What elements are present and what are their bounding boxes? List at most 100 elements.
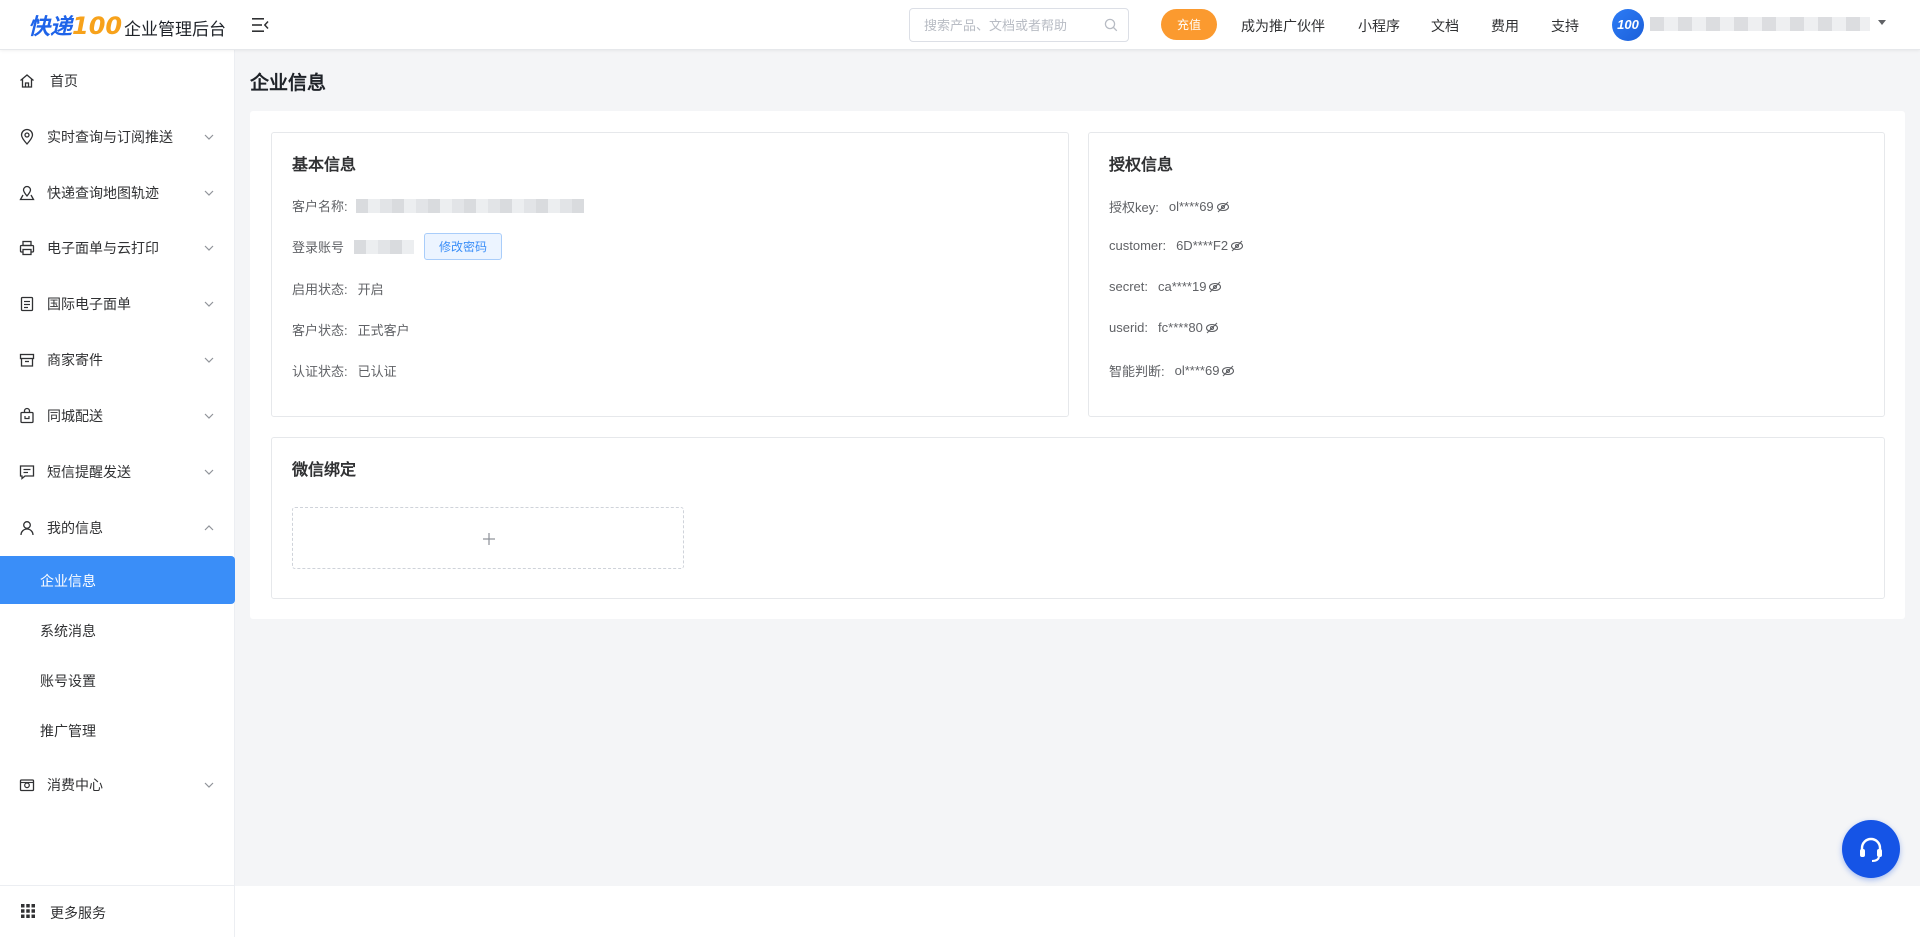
eye-hidden-icon[interactable]	[1205, 321, 1219, 335]
sidebar-sub-label: 账号设置	[40, 673, 96, 689]
sidebar-item-home[interactable]: 首页	[0, 59, 235, 103]
smart-detect-label: 智能判断:	[1109, 364, 1165, 379]
more-services-button[interactable]: 更多服务	[0, 885, 235, 937]
sidebar-item-label: 商家寄件	[47, 352, 103, 368]
nav-docs[interactable]: 文档	[1431, 16, 1459, 36]
sidebar-sub-label: 企业信息	[40, 573, 96, 589]
cert-status-label: 认证状态:	[292, 364, 348, 379]
auth-info-title: 授权信息	[1109, 157, 1174, 174]
chevron-down-icon	[204, 357, 214, 363]
sidebar-item-map-track[interactable]: 快递查询地图轨迹	[0, 171, 235, 215]
sidebar-sub-label: 系统消息	[40, 623, 96, 639]
printer-icon	[19, 240, 35, 256]
change-password-button[interactable]: 修改密码	[424, 233, 503, 260]
chevron-down-icon	[204, 782, 214, 788]
search-box	[909, 8, 1129, 42]
recharge-button[interactable]: 充值	[1161, 9, 1217, 40]
company-info-card: 基本信息 客户名称: 登录账号 修改密码 启用状态: 开启 客户状态: 正式客户…	[250, 111, 1905, 619]
sidebar-item-intl-waybill[interactable]: 国际电子面单	[0, 282, 235, 326]
sidebar-item-sms[interactable]: 短信提醒发送	[0, 450, 235, 494]
nav-mini-program[interactable]: 小程序	[1358, 16, 1400, 36]
wallet-icon	[19, 779, 35, 792]
login-account-redacted	[354, 239, 415, 254]
sidebar-item-merchant-shipping[interactable]: 商家寄件	[0, 338, 235, 382]
sidebar-sub-account-settings[interactable]: 账号设置	[0, 656, 235, 704]
menu-fold-icon[interactable]	[250, 15, 270, 35]
wechat-bind-add-button[interactable]	[292, 507, 684, 569]
page-title: 企业信息	[250, 73, 327, 94]
login-account-row: 登录账号 修改密码	[292, 233, 503, 260]
enable-status-value: 开启	[357, 282, 384, 297]
chevron-down-icon	[204, 301, 214, 307]
customer-support-button[interactable]	[1842, 820, 1900, 878]
caret-down-icon[interactable]	[1878, 20, 1886, 25]
box-icon	[19, 353, 35, 367]
chevron-up-icon	[204, 525, 214, 531]
cert-status-row: 认证状态: 已认证	[292, 361, 397, 380]
sidebar-sub-system-messages[interactable]: 系统消息	[0, 606, 235, 654]
kuaidi100-logo[interactable]: 快递100	[28, 8, 122, 42]
search-input[interactable]	[910, 9, 1090, 41]
customer-status-label: 客户状态:	[292, 323, 348, 338]
enable-status-row: 启用状态: 开启	[292, 279, 384, 298]
customer-status-value: 正式客户	[357, 323, 410, 338]
nav-support[interactable]: 支持	[1551, 16, 1579, 36]
eye-hidden-icon[interactable]	[1230, 239, 1244, 253]
sidebar-sub-promotion[interactable]: 推广管理	[0, 706, 235, 754]
sidebar-item-label: 同城配送	[47, 408, 103, 424]
plus-icon	[483, 533, 495, 545]
nav-become-partner[interactable]: 成为推广伙伴	[1241, 16, 1325, 36]
basic-info-panel: 基本信息 客户名称: 登录账号 修改密码 启用状态: 开启 客户状态: 正式客户…	[271, 132, 1069, 417]
nav-fees[interactable]: 费用	[1491, 16, 1519, 36]
map-track-icon	[19, 185, 35, 201]
secret-value: ca****19	[1158, 279, 1207, 294]
message-icon	[19, 465, 35, 480]
bag-icon	[20, 407, 34, 424]
sidebar-item-label: 快递查询地图轨迹	[47, 185, 159, 201]
logo-text: 快递	[28, 15, 73, 40]
chevron-down-icon	[204, 469, 214, 475]
chevron-down-icon	[204, 413, 214, 419]
enable-status-label: 启用状态:	[292, 282, 348, 297]
eye-hidden-icon[interactable]	[1221, 364, 1235, 378]
basic-info-title: 基本信息	[292, 157, 357, 174]
sidebar-item-billing[interactable]: 消费中心	[0, 763, 235, 807]
eye-hidden-icon[interactable]	[1216, 200, 1230, 214]
auth-row: 智能判断: ol****69	[1109, 361, 1235, 380]
wechat-binding-title: 微信绑定	[292, 462, 357, 479]
customer-status-row: 客户状态: 正式客户	[292, 320, 410, 339]
top-header: 快递100 企业管理后台 充值 成为推广伙伴 小程序 文档 费用 支持 100	[0, 0, 1920, 50]
smart-detect-value: ol****69	[1174, 363, 1220, 378]
eye-hidden-icon[interactable]	[1208, 280, 1222, 294]
sidebar-item-label: 短信提醒发送	[47, 464, 131, 480]
headset-icon	[1860, 837, 1882, 862]
sidebar-item-label: 国际电子面单	[47, 296, 131, 312]
sidebar-item-label: 我的信息	[47, 520, 103, 536]
chevron-down-icon	[204, 190, 214, 196]
login-account-label: 登录账号	[292, 240, 345, 255]
sidebar-sub-company-info[interactable]: 企业信息	[0, 556, 235, 604]
customer-value: 6D****F2	[1176, 238, 1229, 253]
sidebar-item-realtime-query[interactable]: 实时查询与订阅推送	[0, 115, 235, 159]
home-icon	[20, 74, 34, 88]
userid-label: userid:	[1109, 320, 1149, 335]
app-title: 企业管理后台	[124, 20, 226, 39]
auth-key-label: 授权key:	[1109, 200, 1159, 215]
auth-row: userid: fc****80	[1109, 320, 1219, 335]
sidebar-item-e-waybill[interactable]: 电子面单与云打印	[0, 226, 235, 270]
cert-status-value: 已认证	[357, 364, 397, 379]
user-name-redacted[interactable]	[1650, 17, 1870, 31]
sidebar: 首页 实时查询与订阅推送 快递查询地图轨迹 电子面单与云打印 国际电子面单 商家…	[0, 50, 235, 937]
wechat-binding-panel: 微信绑定	[271, 437, 1885, 599]
sidebar-item-same-city[interactable]: 同城配送	[0, 394, 235, 438]
sidebar-item-my-info[interactable]: 我的信息	[0, 506, 235, 550]
search-icon[interactable]	[1104, 18, 1118, 32]
customer-name-row: 客户名称:	[292, 196, 584, 215]
logo-number: 100	[72, 12, 123, 40]
avatar[interactable]: 100	[1612, 9, 1644, 41]
sidebar-item-label: 实时查询与订阅推送	[47, 129, 173, 145]
document-icon	[20, 296, 34, 312]
auth-info-panel: 授权信息 授权key: ol****69 customer: 6D****F2 …	[1088, 132, 1885, 417]
auth-key-value: ol****69	[1168, 199, 1214, 214]
customer-name-redacted	[355, 198, 584, 213]
